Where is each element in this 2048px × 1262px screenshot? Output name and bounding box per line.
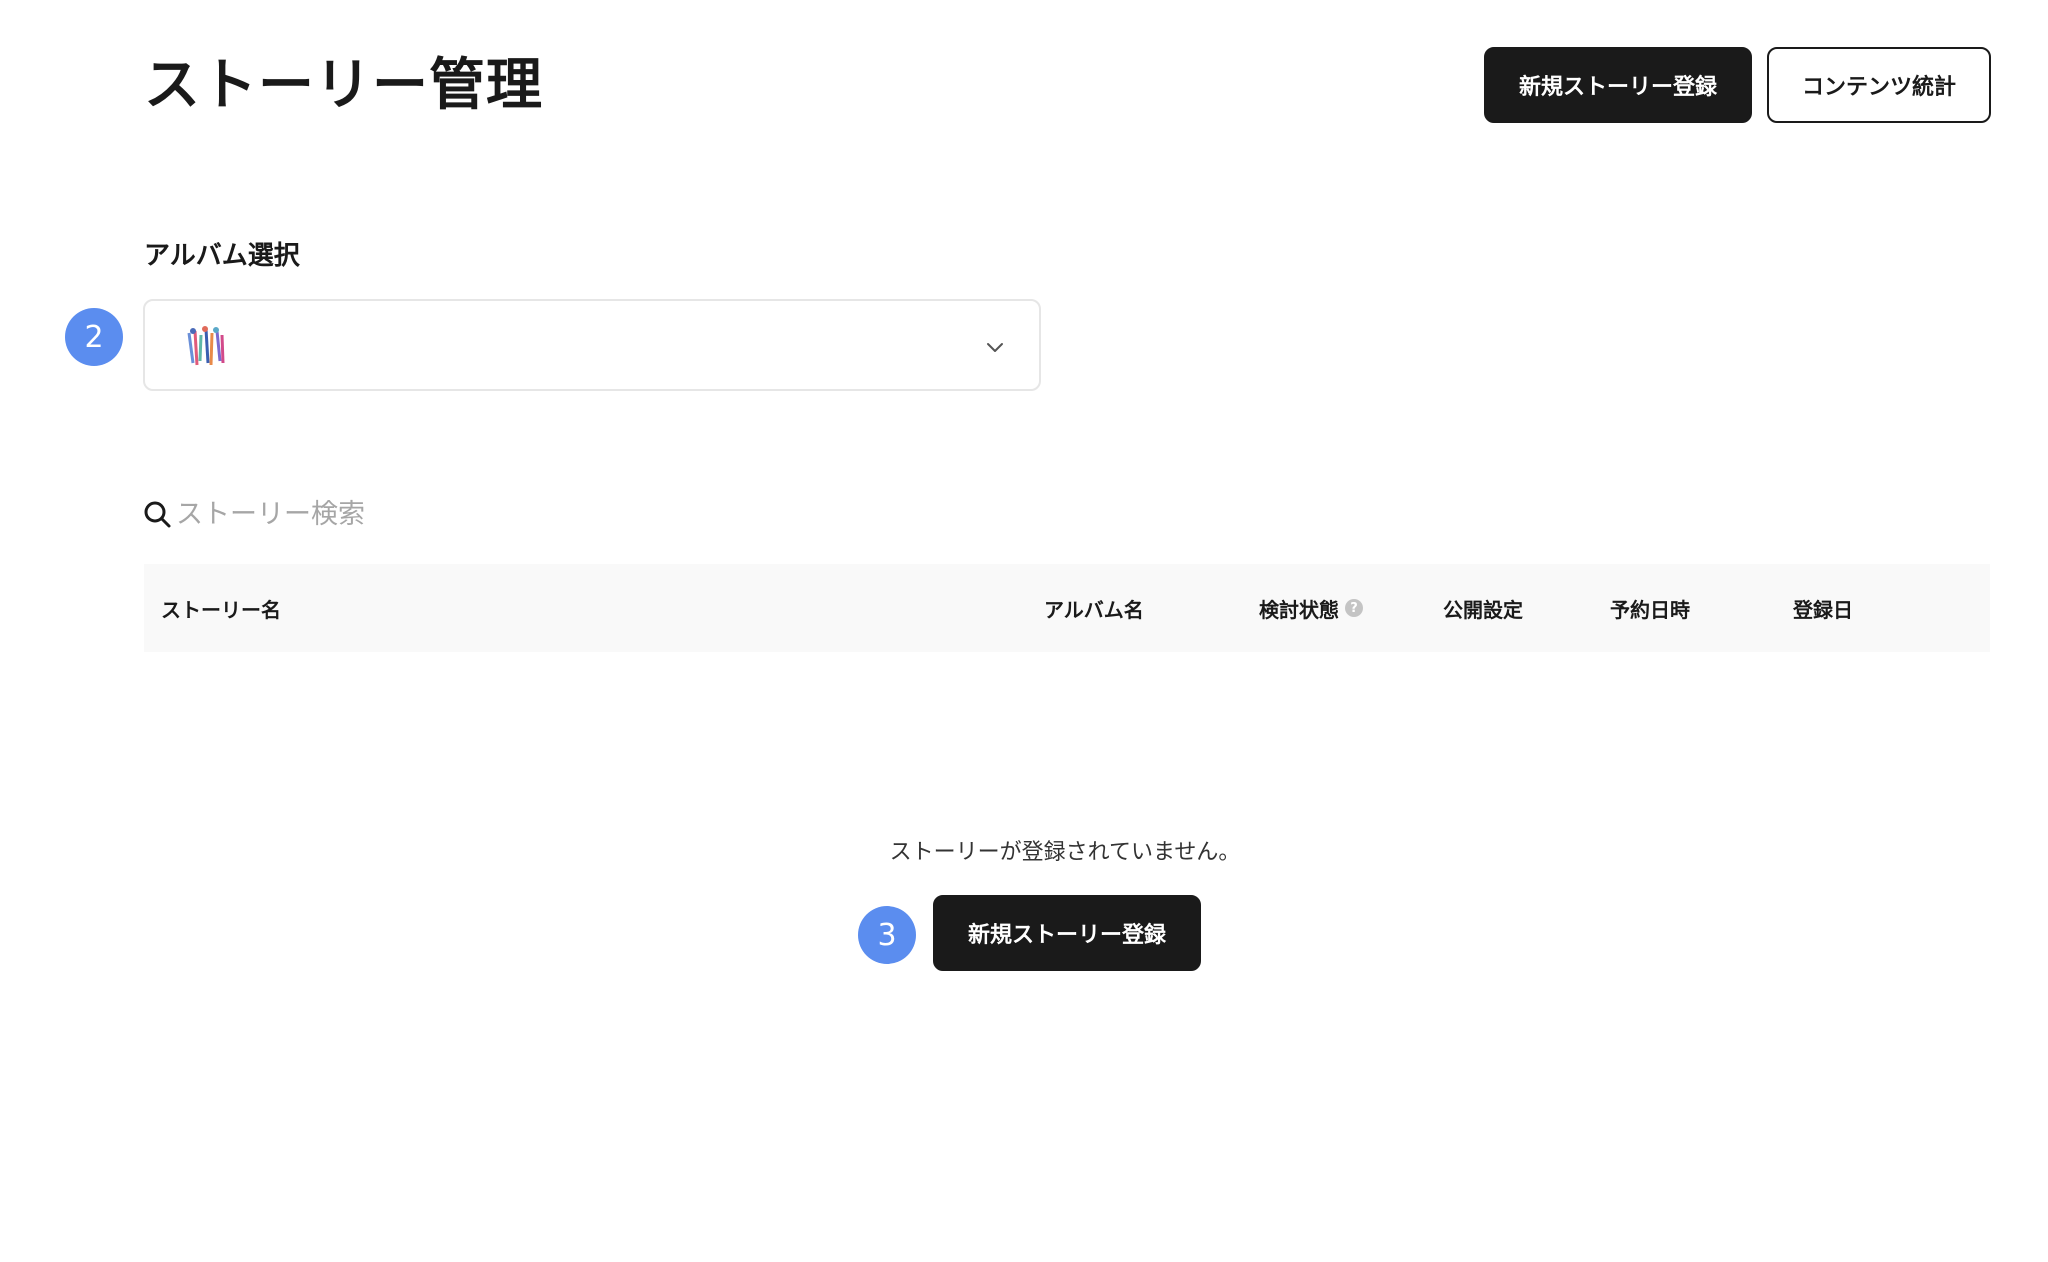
column-header-registered-date: 登録日 [1793,597,1853,622]
search-icon [144,501,171,528]
album-select-dropdown[interactable] [143,299,1041,391]
step-marker-3: 3 [858,906,916,964]
column-header-album-name: アルバム名 [1044,597,1144,622]
content-stats-button[interactable]: コンテンツ統計 [1767,47,1991,123]
column-header-review-status-label: 検討状態 [1259,597,1339,622]
step-marker-2: 2 [65,308,123,366]
column-header-review-status: 検討状態 ? [1259,564,1363,652]
header-actions: 新規ストーリー登録 コンテンツ統計 [1484,47,1991,123]
album-select-label: アルバム選択 [144,241,300,271]
empty-state-new-story-button[interactable]: 新規ストーリー登録 [933,895,1201,971]
column-header-scheduled-date: 予約日時 [1610,597,1690,622]
help-icon[interactable]: ? [1345,599,1363,617]
new-story-button[interactable]: 新規ストーリー登録 [1484,47,1752,123]
story-search-input[interactable] [176,498,616,530]
page-title: ストーリー管理 [144,53,543,118]
empty-state-message: ストーリーが登録されていません。 [889,840,1241,865]
story-search-bar [142,492,642,536]
column-header-story-name: ストーリー名 [161,597,281,622]
column-header-publish-setting: 公開設定 [1443,597,1523,622]
table-header: ストーリー名 アルバム名 検討状態 ? 公開設定 予約日時 登録日 [144,564,1990,652]
album-cover-thumbnail-icon [183,323,227,371]
chevron-down-icon [987,343,1003,352]
